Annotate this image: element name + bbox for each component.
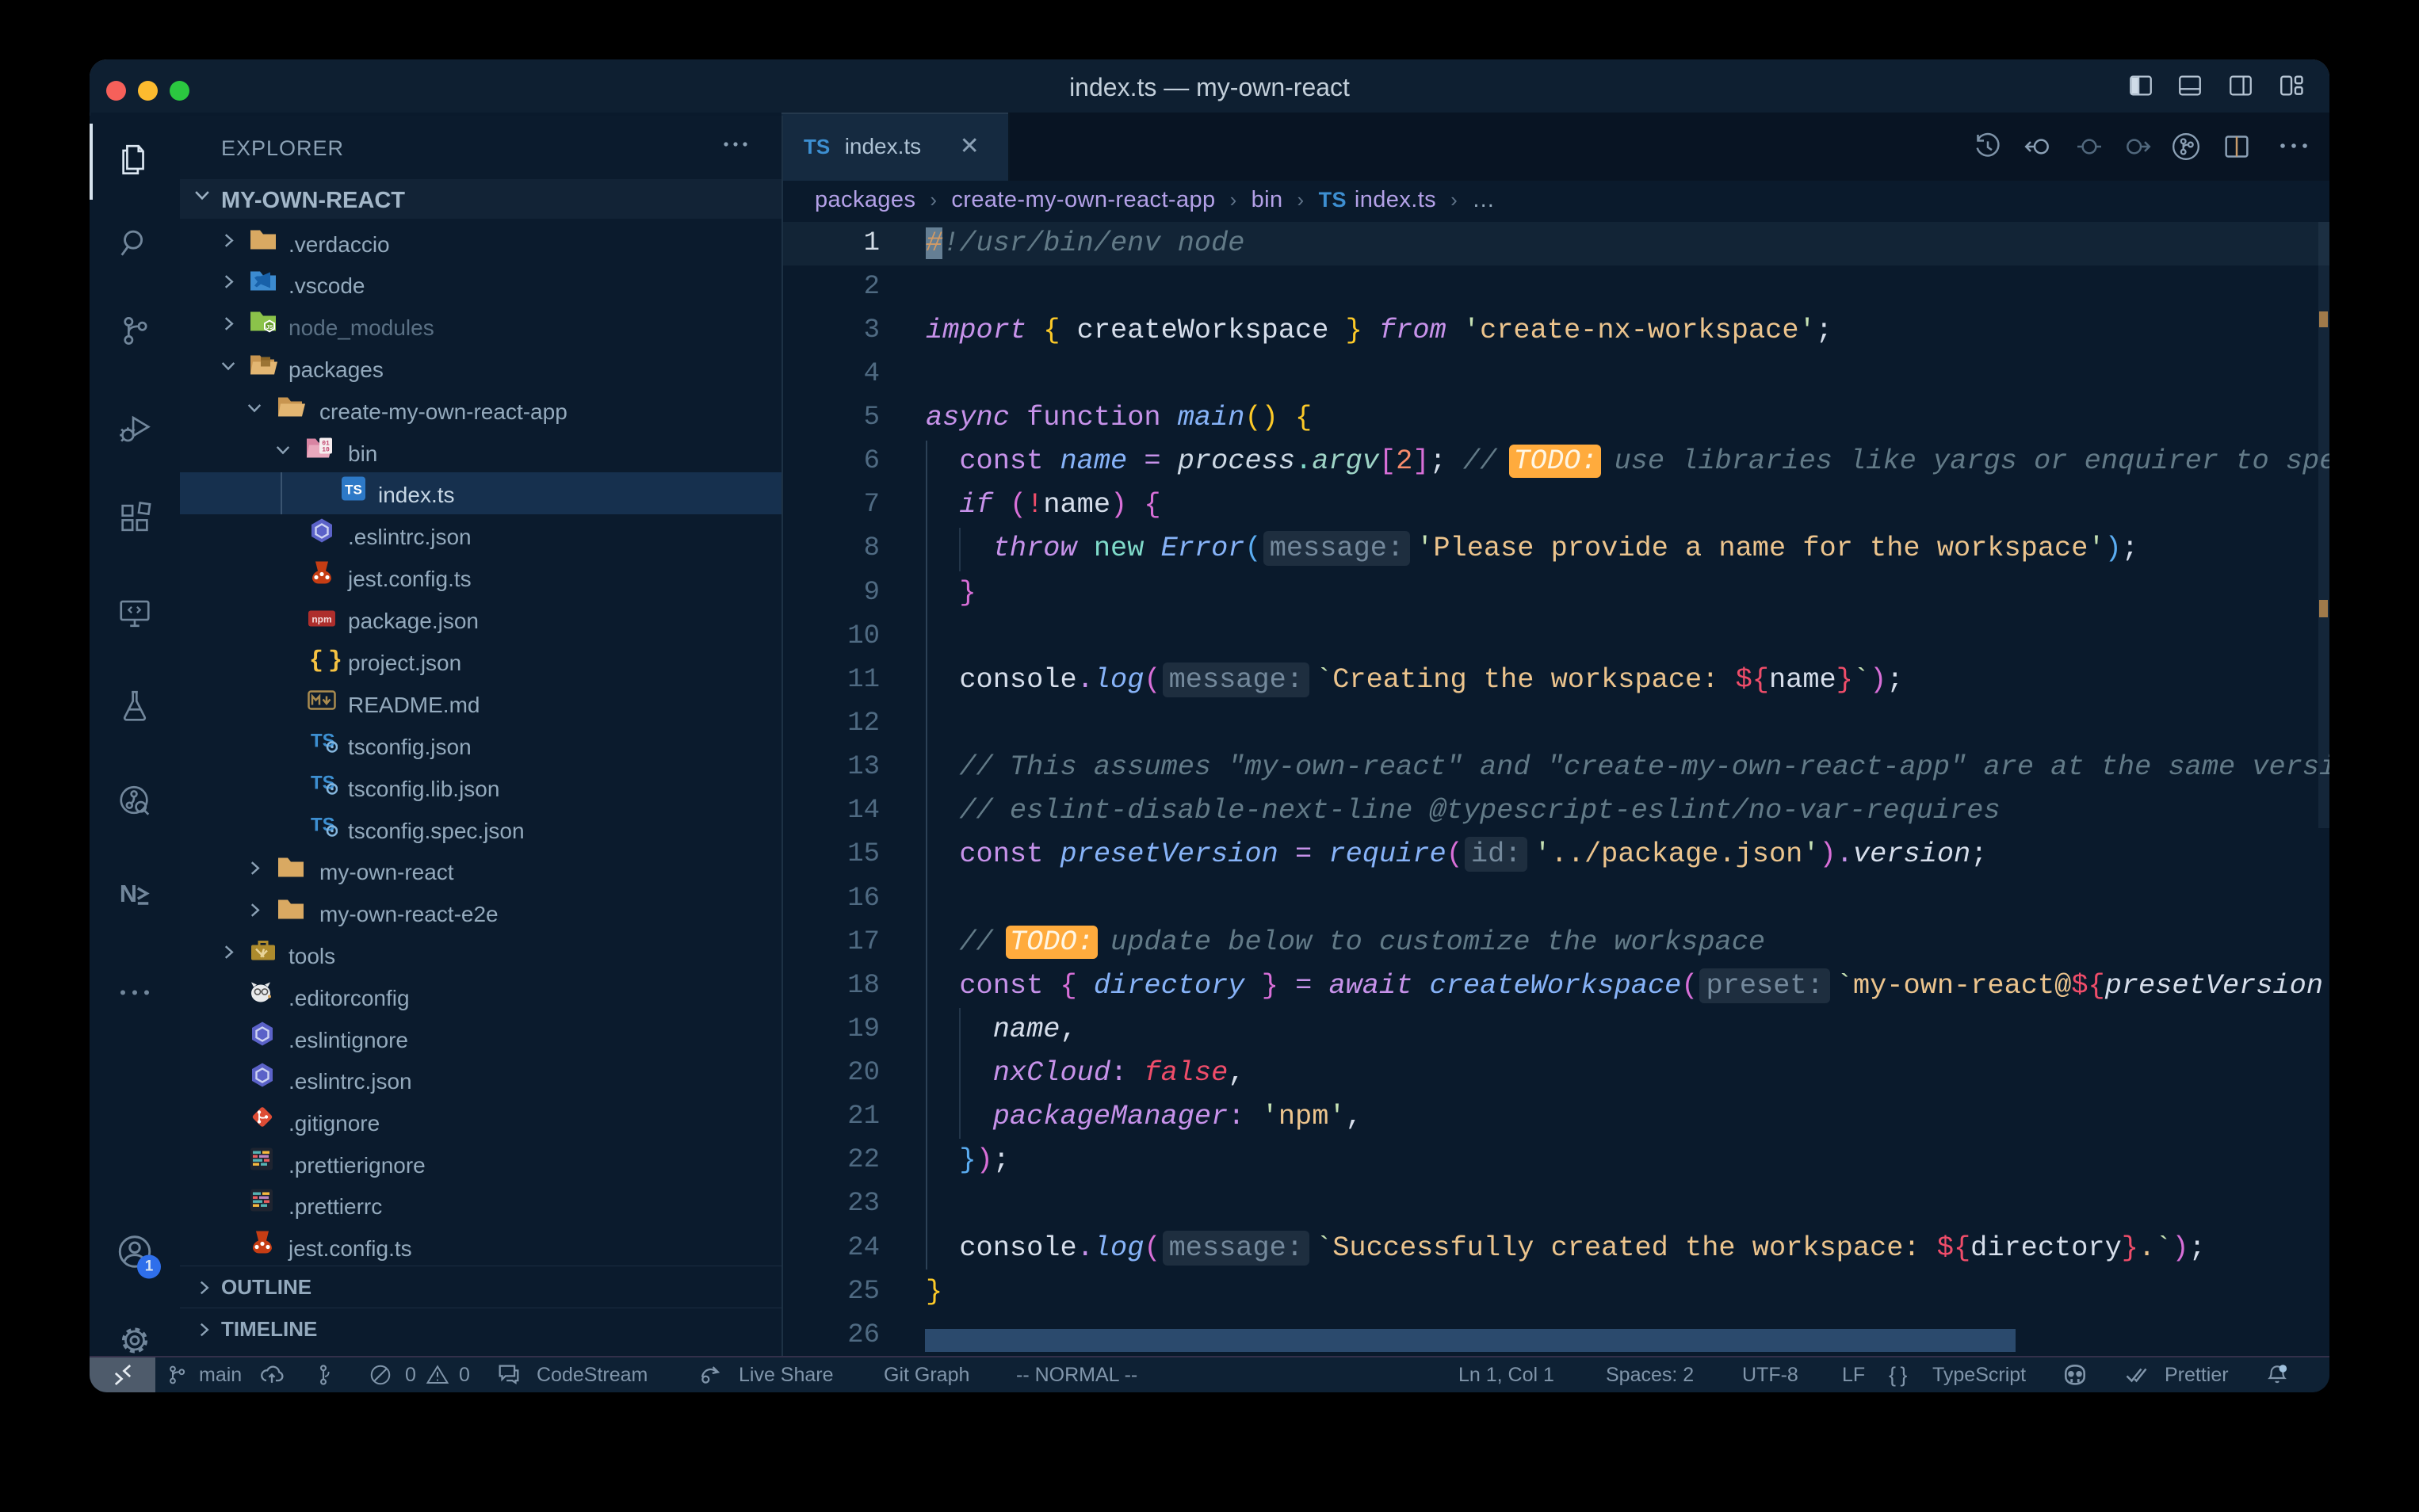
svg-text:TS: TS <box>345 482 362 497</box>
svg-text:TS: TS <box>311 772 335 793</box>
svg-text:N: N <box>120 880 137 907</box>
svg-text:TS: TS <box>311 814 335 835</box>
svg-text:10: 10 <box>322 446 330 453</box>
svg-text:npm: npm <box>311 613 331 624</box>
svg-text:TS: TS <box>311 730 335 751</box>
svg-text:JS: JS <box>266 325 273 330</box>
